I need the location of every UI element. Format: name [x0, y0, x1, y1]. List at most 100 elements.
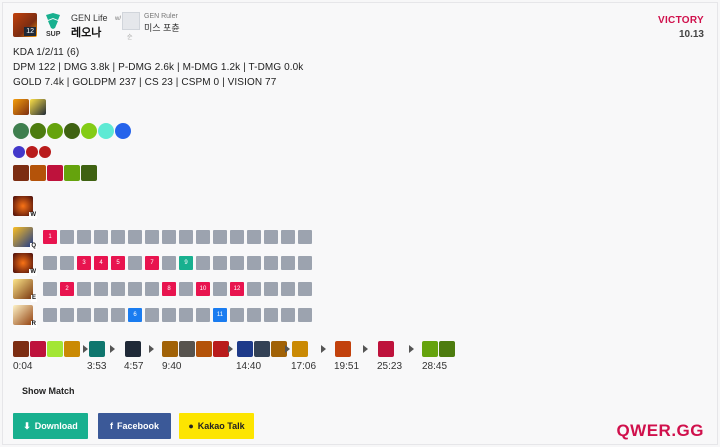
- skill-level-box: 1: [43, 230, 57, 244]
- skill-level-box: 8: [162, 282, 176, 296]
- skill-level-box: [145, 308, 159, 322]
- build-time: 25:23: [377, 361, 403, 372]
- show-match-button[interactable]: Show Match: [22, 386, 75, 396]
- download-icon: ⬇: [23, 420, 31, 431]
- build-step: [162, 341, 230, 357]
- build-step: [335, 341, 352, 357]
- skill-level-box: [111, 308, 125, 322]
- item-icon: [13, 165, 29, 181]
- skill-level-box: [196, 308, 210, 322]
- item-icon: [64, 165, 80, 181]
- brand-logo: QWER.GG: [616, 421, 704, 440]
- skill-level-box: 9: [179, 256, 193, 270]
- item-icon: [89, 341, 105, 357]
- skill-level-box: 12: [230, 282, 244, 296]
- item-icon: [196, 341, 212, 357]
- skill-level-box: [264, 308, 278, 322]
- skill-level-box: 2: [60, 282, 74, 296]
- skill-max: W: [13, 196, 53, 219]
- build-step: [89, 341, 106, 357]
- kakao-button[interactable]: ● Kakao Talk: [179, 413, 254, 439]
- item-icon: [64, 341, 80, 357]
- rune-shards: [13, 146, 51, 158]
- skill-level-box: [179, 282, 193, 296]
- skill-level-box: 4: [94, 256, 108, 270]
- skill-level-box: [264, 230, 278, 244]
- item-icon: [213, 341, 229, 357]
- skill-w-icon: W: [13, 196, 37, 219]
- skill-level-box: 5: [111, 256, 125, 270]
- build-step: [378, 341, 395, 357]
- rune-icon: [47, 123, 63, 139]
- download-button[interactable]: ⬇ Download: [13, 413, 88, 439]
- flash-icon: [30, 99, 46, 115]
- shard-icon: [39, 146, 51, 158]
- item-icon: [125, 341, 141, 357]
- skill-level-box: [179, 230, 193, 244]
- shard-icon: [26, 146, 38, 158]
- player-team: GEN Life: [71, 13, 108, 23]
- build-time: 28:45: [422, 361, 448, 372]
- champion-level: 12: [24, 27, 36, 36]
- skill-row-r: R 6 11: [13, 305, 312, 328]
- patch-version: 10.13: [678, 29, 704, 40]
- skill-level-box: [230, 256, 244, 270]
- match-card: 12 SUP GEN Life 레오나 w/ 순 GEN Ruler 미스 포츈…: [2, 2, 718, 445]
- skill-level-box: [247, 230, 261, 244]
- skill-e-icon: E: [13, 279, 37, 302]
- skill-level-box: [281, 256, 295, 270]
- skill-level-box: [43, 308, 57, 322]
- item-icon: [237, 341, 253, 357]
- item-icon: [378, 341, 394, 357]
- item-icon: [422, 341, 438, 357]
- skill-level-box: [281, 282, 295, 296]
- skill-level-box: [213, 256, 227, 270]
- opponent-team: GEN Ruler: [144, 13, 178, 20]
- skill-level-box: [94, 308, 108, 322]
- role-label: SUP: [46, 31, 61, 38]
- skill-level-box: [94, 282, 108, 296]
- facebook-button[interactable]: f Facebook: [98, 413, 171, 439]
- build-step: [422, 341, 456, 357]
- build-time: 4:57: [124, 361, 144, 372]
- download-label: Download: [34, 421, 78, 431]
- skill-level-box: [196, 256, 210, 270]
- item-icon: [81, 165, 97, 181]
- skill-level-box: 7: [145, 256, 159, 270]
- item-icon: [47, 341, 63, 357]
- skill-level-box: [60, 230, 74, 244]
- arrow-icon: [83, 345, 88, 353]
- build-time: 17:06: [291, 361, 317, 372]
- skill-level-box: 10: [196, 282, 210, 296]
- skill-level-box: [281, 230, 295, 244]
- skill-level-box: [230, 230, 244, 244]
- skill-level-box: [145, 282, 159, 296]
- versus-label: w/: [115, 16, 121, 22]
- skill-level-box: [247, 308, 261, 322]
- rune-icon: [115, 123, 131, 139]
- opponent-name: 미스 포츈: [144, 23, 180, 33]
- skill-level-box: [128, 230, 142, 244]
- skill-key: W: [29, 212, 37, 219]
- skill-row-e: E 2 8 10 12: [13, 279, 312, 302]
- skill-level-box: [77, 282, 91, 296]
- skill-level-box: [162, 230, 176, 244]
- team-logo-icon: [46, 13, 60, 29]
- opponent-sub: 순: [127, 35, 133, 41]
- shard-icon: [13, 146, 25, 158]
- item-icon: [254, 341, 270, 357]
- rune-icon: [30, 123, 46, 139]
- skill-w-icon: W: [13, 253, 37, 276]
- rune-row: [13, 123, 131, 139]
- kda-line: KDA 1/2/11 (6): [13, 47, 80, 58]
- arrow-icon: [285, 345, 290, 353]
- build-time: 3:53: [87, 361, 107, 372]
- economy-line: GOLD 7.4k | GOLDPM 237 | CS 23 | CSPM 0 …: [13, 77, 277, 88]
- player-name: 레오나: [71, 27, 102, 39]
- skill-r-icon: R: [13, 305, 37, 328]
- damage-line: DPM 122 | DMG 3.8k | P-DMG 2.6k | M-DMG …: [13, 62, 304, 73]
- skill-level-box: [298, 282, 312, 296]
- item-icon: [30, 165, 46, 181]
- item-icon: [30, 341, 46, 357]
- kakao-icon: ●: [188, 421, 194, 431]
